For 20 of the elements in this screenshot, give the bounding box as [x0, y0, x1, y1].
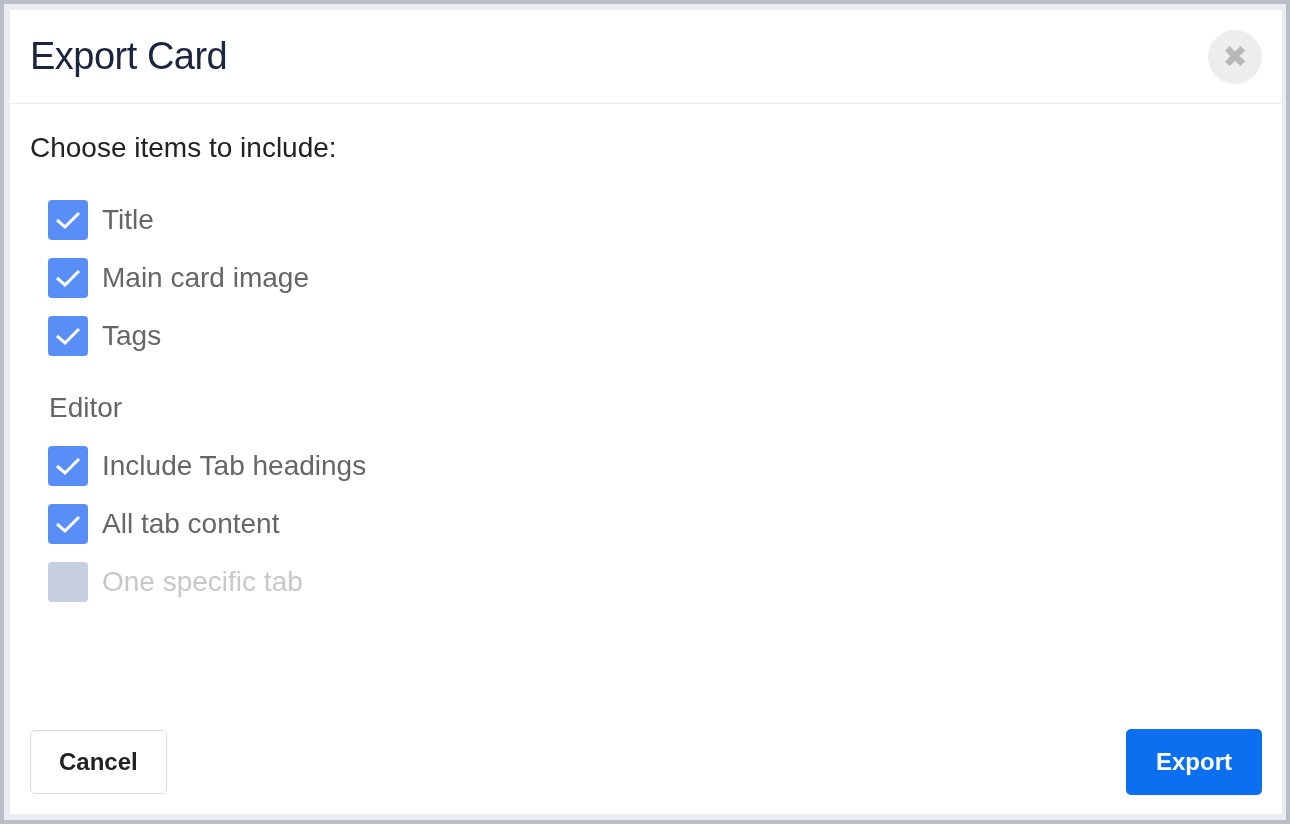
checkbox[interactable]: [48, 446, 88, 486]
checkmark-icon: [55, 456, 81, 476]
checkbox-label: Tags: [102, 320, 162, 352]
checkbox[interactable]: [48, 200, 88, 240]
section-heading: Editor: [49, 392, 124, 424]
instruction-text: Choose items to include:: [30, 132, 337, 164]
checkmark-icon: [55, 210, 81, 230]
checkmark-icon: [55, 268, 81, 288]
checkbox[interactable]: [48, 316, 88, 356]
cancel-button[interactable]: Cancel: [30, 730, 167, 794]
checkbox[interactable]: [48, 504, 88, 544]
dialog-title: Export Card: [30, 35, 228, 78]
checkbox-label: Include Tab headings: [102, 450, 367, 482]
checkbox-label: Title: [102, 204, 154, 236]
checkbox[interactable]: [48, 258, 88, 298]
export-button[interactable]: Export: [1126, 729, 1262, 795]
checkbox-label: Main card image: [102, 262, 309, 294]
checkmark-icon: [55, 514, 81, 534]
checkmark-icon: [55, 326, 81, 346]
checkbox-label: All tab content: [102, 508, 280, 540]
